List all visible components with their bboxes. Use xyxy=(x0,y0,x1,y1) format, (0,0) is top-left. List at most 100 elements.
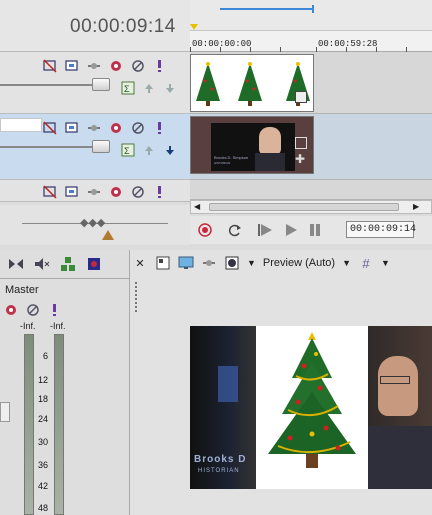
close-pane-icon[interactable]: ✕ xyxy=(132,255,148,271)
meter-scale-label: 30 xyxy=(37,437,48,447)
compositing-mode-icon[interactable] xyxy=(86,120,102,136)
ruler-label-end: 00:00:59:28 xyxy=(318,39,378,49)
zoom-handle-icon[interactable]: ◆◆◆ xyxy=(80,216,105,229)
preview-quality-chevron-icon[interactable]: ▼ xyxy=(342,258,351,268)
christmas-tree-image xyxy=(268,332,356,468)
insert-bus-icon[interactable] xyxy=(60,256,76,272)
record-button[interactable] xyxy=(196,222,214,238)
track-header-3[interactable] xyxy=(0,180,190,202)
mute-icon[interactable] xyxy=(130,58,146,74)
event-pan-crop-icon[interactable] xyxy=(295,137,307,149)
make-parent-arrow-icon[interactable] xyxy=(141,142,157,158)
level-slider-thumb[interactable] xyxy=(92,140,110,153)
video-thumbnail: Brooks D. Simpson HISTORIAN xyxy=(211,123,295,171)
meter-scale-label: 42 xyxy=(37,481,48,491)
video-preview-pane: ✕ ▼ Preview (Auto) ▼ # ▼ Brooks D HISTOR… xyxy=(130,250,432,515)
zoom-area: ◆◆◆ xyxy=(0,205,190,245)
track-motion-icon[interactable] xyxy=(64,120,80,136)
downmix-icon[interactable] xyxy=(8,256,24,272)
master-bus-label: Master xyxy=(5,284,39,296)
track-header-2[interactable]: Σ xyxy=(0,114,190,180)
composite-parent-icon[interactable]: Σ xyxy=(120,142,136,158)
solo-icon[interactable] xyxy=(152,58,168,74)
preview-video-left: Brooks D HISTORIAN xyxy=(190,326,256,489)
timeline-scroll-thumb[interactable] xyxy=(209,203,399,211)
pause-button[interactable] xyxy=(306,222,324,238)
project-properties-icon[interactable] xyxy=(155,255,171,271)
master-solo-icon[interactable] xyxy=(47,302,63,318)
track-lane-2[interactable]: Brooks D. Simpson HISTORIAN ✚ xyxy=(190,114,432,180)
master-mute-icon[interactable] xyxy=(25,302,41,318)
left-level-meter xyxy=(24,334,34,515)
assignable-fx-icon[interactable] xyxy=(86,256,102,272)
playhead-triangle-icon[interactable] xyxy=(102,230,114,240)
master-fx-icon[interactable] xyxy=(3,302,19,318)
video-caption-name: Brooks D. Simpson xyxy=(214,155,249,160)
make-child-arrow-icon[interactable] xyxy=(162,80,178,96)
meter-scale-label: 18 xyxy=(37,394,48,404)
right-peak-readout: -Inf. xyxy=(50,321,66,331)
preview-caption-title: HISTORIAN xyxy=(198,468,240,474)
tree-thumbnail xyxy=(238,62,262,106)
scroll-right-icon[interactable]: ▶ xyxy=(413,202,419,211)
track-fx-icon[interactable] xyxy=(108,184,124,200)
video-fx-icon[interactable] xyxy=(201,255,217,271)
event-pan-crop-icon[interactable] xyxy=(295,91,307,103)
right-level-meter xyxy=(54,334,64,515)
tree-thumbnail xyxy=(196,62,220,106)
solo-icon[interactable] xyxy=(152,184,168,200)
external-monitor-icon[interactable] xyxy=(178,255,194,271)
tree-image-clip[interactable] xyxy=(190,54,314,112)
loop-region-bar[interactable] xyxy=(190,0,432,30)
timeline-ruler[interactable]: 00:00:00:00 00:00:59:28 xyxy=(190,30,432,52)
track-motion-icon[interactable] xyxy=(64,184,80,200)
make-child-arrow-icon[interactable] xyxy=(162,142,178,158)
split-screen-icon[interactable] xyxy=(224,255,240,271)
pane-grip[interactable] xyxy=(135,282,137,312)
preview-video-right xyxy=(368,326,432,489)
timeline-scrollbar[interactable]: ◀ ▶ xyxy=(190,200,432,214)
track-header-1[interactable]: Σ xyxy=(0,52,190,114)
scroll-left-icon[interactable]: ◀ xyxy=(194,202,200,211)
preview-tree-frame xyxy=(256,326,368,489)
mixer-side-handle[interactable] xyxy=(0,402,10,422)
track-lane-1[interactable] xyxy=(190,52,432,114)
overlays-icon[interactable]: # xyxy=(358,255,374,271)
bypass-fx-icon[interactable] xyxy=(42,58,58,74)
preview-caption-name: Brooks D xyxy=(194,454,247,465)
mute-icon[interactable] xyxy=(130,184,146,200)
make-parent-arrow-icon[interactable] xyxy=(141,80,157,96)
event-fx-icon[interactable]: ✚ xyxy=(295,153,307,165)
bypass-fx-icon[interactable] xyxy=(42,120,58,136)
play-button[interactable] xyxy=(282,222,300,238)
loop-button[interactable] xyxy=(226,222,244,238)
ruler-label-start: 00:00:00:00 xyxy=(192,39,252,49)
svg-text:Σ: Σ xyxy=(124,84,130,94)
meter-scale-label: 36 xyxy=(37,460,48,470)
video-clip[interactable]: Brooks D. Simpson HISTORIAN ✚ xyxy=(190,116,314,174)
meter-scale-label: 6 xyxy=(42,351,48,361)
mute-icon[interactable] xyxy=(130,120,146,136)
play-from-start-button[interactable] xyxy=(256,222,274,238)
bypass-fx-icon[interactable] xyxy=(42,184,58,200)
split-screen-dropdown-icon[interactable]: ▼ xyxy=(247,258,256,268)
speaker-icon[interactable] xyxy=(34,256,50,272)
track-fx-icon[interactable] xyxy=(108,120,124,136)
loop-region-end-handle[interactable] xyxy=(312,5,314,13)
compositing-mode-icon[interactable] xyxy=(86,58,102,74)
track-name-field[interactable] xyxy=(0,118,42,132)
video-caption-title: HISTORIAN xyxy=(214,161,231,165)
compositing-mode-icon[interactable] xyxy=(86,184,102,200)
mixer-pane: Master -Inf. -Inf. 6 12 18 24 30 36 42 4… xyxy=(0,250,130,515)
solo-icon[interactable] xyxy=(152,120,168,136)
transport-time-field[interactable]: 00:00:09:14 xyxy=(346,221,416,238)
track-lane-3[interactable] xyxy=(190,180,432,200)
loop-region[interactable] xyxy=(220,8,314,10)
preview-quality-dropdown[interactable]: Preview (Auto) xyxy=(263,257,335,269)
track-motion-icon[interactable] xyxy=(64,58,80,74)
composite-parent-icon[interactable]: Σ xyxy=(120,80,136,96)
overlays-dropdown-icon[interactable]: ▼ xyxy=(381,258,390,268)
meter-scale-label: 48 xyxy=(37,503,48,513)
level-slider-thumb[interactable] xyxy=(92,78,110,91)
track-fx-icon[interactable] xyxy=(108,58,124,74)
